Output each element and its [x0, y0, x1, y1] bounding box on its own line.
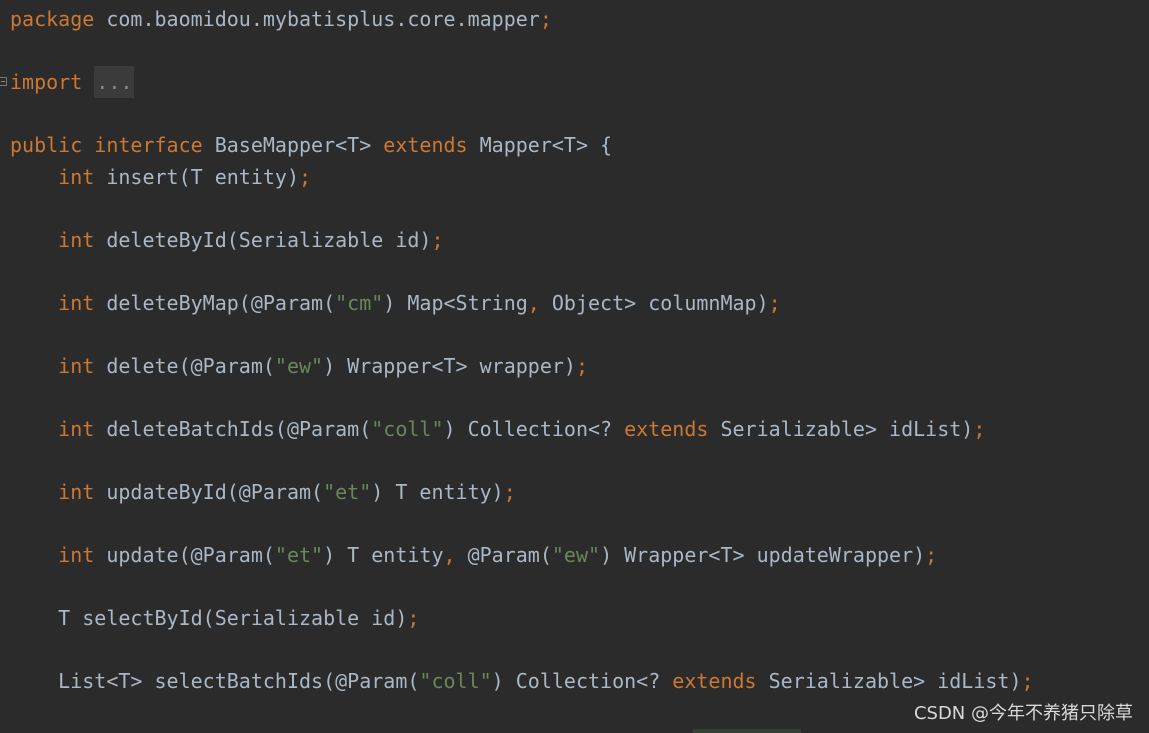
code-token: "ew": [274, 353, 324, 378]
code-token: ;: [768, 290, 781, 315]
code-token: com.baomidou.mybatisplus.core.mapper: [94, 7, 540, 31]
code-token: deleteById(Serializable id): [94, 227, 432, 252]
code-line: int deleteBatchIds(@Param("coll") Collec…: [10, 414, 1034, 446]
code-token: int: [58, 542, 95, 567]
code-token: ;: [575, 353, 589, 378]
code-token: int: [58, 353, 95, 378]
code-token: Mapper<T> {: [467, 133, 613, 157]
code-token: ;: [299, 164, 312, 189]
code-token: int: [58, 164, 95, 189]
code-token: "coll": [371, 416, 444, 441]
code-token: ) Collection<?: [491, 668, 673, 693]
code-token: ) Collection<?: [443, 416, 625, 441]
code-token: extends: [624, 416, 709, 441]
code-token: ;: [925, 542, 938, 567]
code-token: package: [10, 7, 95, 31]
code-token: ;: [1021, 668, 1034, 693]
code-token: List<T> selectBatchIds(@Param(: [10, 668, 420, 693]
code-line: int deleteByMap(@Param("cm") Map<String,…: [10, 288, 1034, 320]
code-token: ) T entity: [323, 542, 444, 567]
code-token: update(@Param(: [94, 542, 275, 567]
code-token: "coll": [419, 668, 492, 693]
code-line: public interface BaseMapper<T> extends M…: [10, 130, 1034, 162]
code-token: "et": [323, 479, 372, 504]
code-token: ) Wrapper<T> updateWrapper): [600, 542, 926, 567]
code-token: ) Wrapper<T> wrapper): [323, 353, 576, 378]
folded-imports[interactable]: ...: [94, 66, 135, 98]
code-token: ,: [443, 542, 456, 567]
code-line: int insert(T entity);: [10, 162, 1034, 194]
code-token: ) Map<String: [383, 290, 528, 315]
code-token: deleteByMap(@Param(: [94, 290, 336, 315]
code-token: deleteBatchIds(@Param(: [94, 416, 372, 441]
code-line: import ...: [10, 66, 1034, 99]
code-line: T selectById(Serializable id);: [10, 603, 1034, 635]
code-token: delete(@Param(: [94, 353, 275, 378]
code-token: ;: [503, 479, 516, 504]
code-token: public interface: [10, 133, 203, 157]
code-token: Serializable> idList): [756, 668, 1022, 693]
code-token: ) T entity): [371, 479, 504, 504]
watermark: CSDN @今年不养猪只除草: [913, 703, 1133, 724]
code-token: "cm": [335, 290, 384, 315]
code-token: int: [58, 416, 95, 441]
code-token: insert(T entity): [94, 164, 299, 189]
code-line: int delete(@Param("ew") Wrapper<T> wrapp…: [10, 351, 1034, 383]
code-line: package com.baomidou.mybatisplus.core.ma…: [10, 4, 1034, 36]
code-token: Serializable> idList): [708, 416, 974, 441]
code-line: int deleteById(Serializable id);: [10, 225, 1034, 257]
code-token: int: [58, 227, 95, 252]
code-token: Object> columnMap): [539, 290, 769, 315]
code-token: BaseMapper<T>: [202, 133, 384, 157]
code-token: "et": [274, 542, 324, 567]
scroll-marker: [693, 729, 801, 733]
code-token: extends: [672, 668, 757, 693]
code-token: ;: [407, 605, 420, 630]
code-token: extends: [383, 133, 468, 157]
code-token: ,: [527, 290, 540, 315]
code-token: @Param(: [455, 542, 552, 567]
code-token: ;: [973, 416, 986, 441]
code-line: int update(@Param("et") T entity, @Param…: [10, 540, 1034, 572]
code-token: T selectById(Serializable id): [10, 605, 408, 630]
code-token: ;: [539, 7, 552, 31]
code-token: import: [10, 70, 83, 94]
code-token: int: [58, 479, 95, 504]
code-token: "ew": [551, 542, 601, 567]
code-editor[interactable]: package com.baomidou.mybatisplus.core.ma…: [10, 4, 1034, 697]
code-line: List<T> selectBatchIds(@Param("coll") Co…: [10, 666, 1034, 698]
fold-expand-icon[interactable]: [0, 77, 7, 86]
code-token: updateById(@Param(: [94, 479, 324, 504]
code-token: int: [58, 290, 95, 315]
code-token: ;: [431, 227, 444, 252]
code-line: int updateById(@Param("et") T entity);: [10, 477, 1034, 509]
